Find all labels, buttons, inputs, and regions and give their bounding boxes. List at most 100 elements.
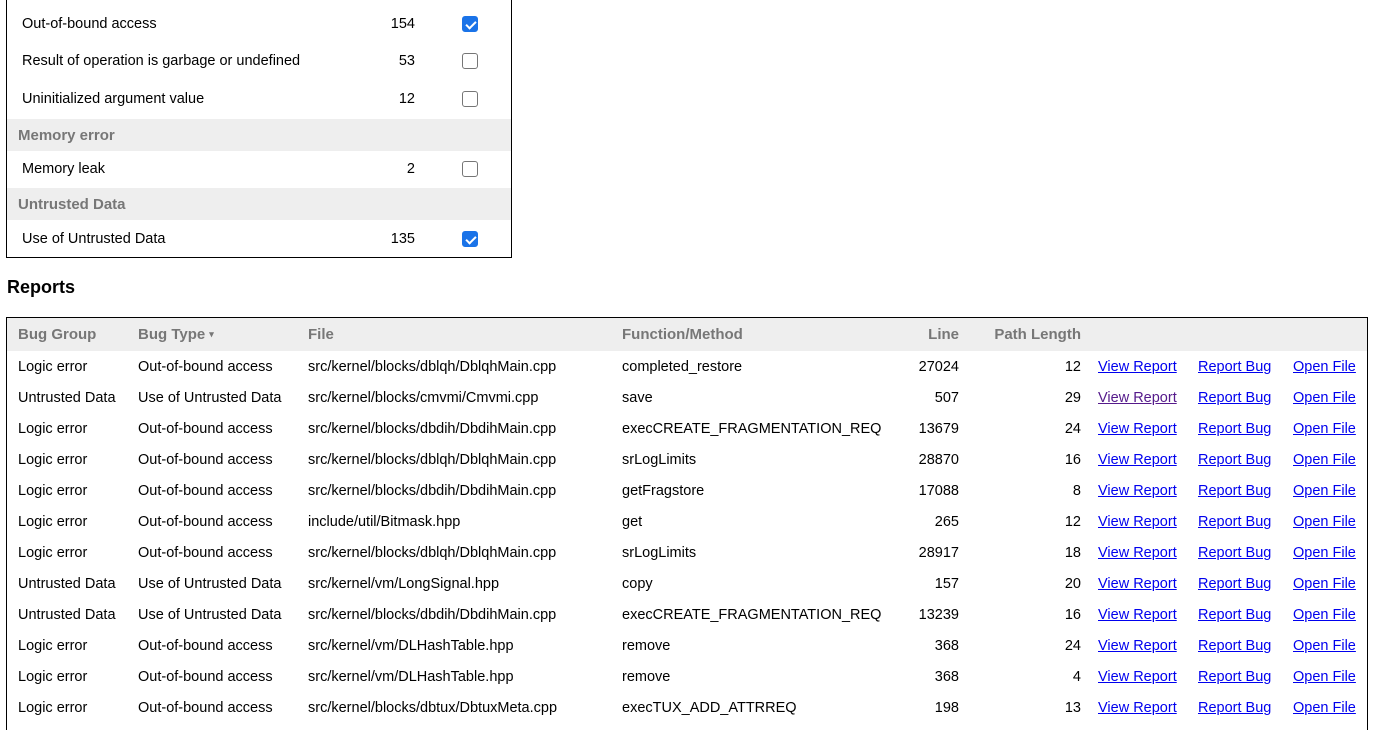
open-file-link[interactable]: Open File <box>1293 483 1356 499</box>
table-row: Untrusted Data Use of Untrusted Data src/k… <box>7 569 1367 600</box>
cell-bug-group: Logic error <box>18 514 88 530</box>
open-file-link[interactable]: Open File <box>1293 390 1356 406</box>
cell-function: copy <box>622 576 653 592</box>
open-file-cell: Open File <box>1293 693 1356 724</box>
cell-line: 27024 <box>918 359 959 375</box>
view-report-cell: View Report <box>1098 414 1177 445</box>
view-report-link[interactable]: View Report <box>1098 576 1177 592</box>
cell-path-length: 20 <box>1064 576 1081 592</box>
cell-path-length: 13 <box>1064 700 1081 716</box>
cell-function: srLogLimits <box>622 452 697 468</box>
cell-line: 13239 <box>918 607 959 623</box>
view-report-cell: View Report <box>1098 600 1177 631</box>
view-report-cell: View Report <box>1098 383 1177 414</box>
report-bug-link[interactable]: Report Bug <box>1198 421 1271 437</box>
bug-type-label: Use of Untrusted Data <box>22 231 166 247</box>
cell-file: src/kernel/blocks/cmvmi/Cmvmi.cpp <box>308 390 539 406</box>
cell-line: 28870 <box>918 452 959 468</box>
open-file-cell: Open File <box>1293 445 1356 476</box>
cell-bug-group: Logic error <box>18 421 88 437</box>
summary-row: Out-of-bound access 154 <box>7 8 511 40</box>
cell-function: remove <box>622 638 671 654</box>
cell-path-length: 16 <box>1064 607 1081 623</box>
view-report-link[interactable]: View Report <box>1098 514 1177 530</box>
report-bug-link[interactable]: Report Bug <box>1198 359 1271 375</box>
cell-bug-type: Out-of-bound access <box>138 452 273 468</box>
report-bug-link[interactable]: Report Bug <box>1198 607 1271 623</box>
bug-count: 12 <box>398 91 415 107</box>
bug-type-label: Memory leak <box>22 161 105 177</box>
column-header-bug-type[interactable]: Bug Type ▾ <box>138 318 214 351</box>
bug-count: 53 <box>398 53 415 69</box>
open-file-link[interactable]: Open File <box>1293 638 1356 654</box>
table-row: Logic error Out-of-bound access src/kernel… <box>7 352 1367 383</box>
bug-type-checkbox[interactable] <box>462 53 478 69</box>
cell-file: src/kernel/blocks/dblqh/DblqhMain.cpp <box>308 452 557 468</box>
column-header-label: Bug Type <box>138 326 206 343</box>
table-row: Logic error Out-of-bound access src/kernel… <box>7 693 1367 724</box>
report-bug-link[interactable]: Report Bug <box>1198 483 1271 499</box>
column-header-line[interactable]: Line <box>887 318 959 351</box>
open-file-link[interactable]: Open File <box>1293 669 1356 685</box>
view-report-link[interactable]: View Report <box>1098 700 1177 716</box>
open-file-cell: Open File <box>1293 631 1356 662</box>
cell-path-length: 24 <box>1064 421 1081 437</box>
open-file-link[interactable]: Open File <box>1293 700 1356 716</box>
cell-function: remove <box>622 669 671 685</box>
report-bug-link[interactable]: Report Bug <box>1198 545 1271 561</box>
report-bug-cell: Report Bug <box>1198 445 1271 476</box>
report-bug-cell: Report Bug <box>1198 383 1271 414</box>
report-bug-link[interactable]: Report Bug <box>1198 514 1271 530</box>
column-header-function[interactable]: Function/Method <box>622 318 743 351</box>
cell-file: src/kernel/blocks/dbtux/DbtuxMeta.cpp <box>308 700 558 716</box>
cell-line: 198 <box>934 700 959 716</box>
cell-file: src/kernel/blocks/dblqh/DblqhMain.cpp <box>308 359 557 375</box>
bug-type-checkbox[interactable] <box>462 16 478 32</box>
report-bug-cell: Report Bug <box>1198 476 1271 507</box>
bug-type-checkbox[interactable] <box>462 91 478 107</box>
open-file-link[interactable]: Open File <box>1293 545 1356 561</box>
open-file-link[interactable]: Open File <box>1293 359 1356 375</box>
table-row: Logic error Out-of-bound access src/kernel… <box>7 476 1367 507</box>
cell-function: save <box>622 390 653 406</box>
bug-type-label: Result of operation is garbage or undefi… <box>22 53 301 69</box>
view-report-cell: View Report <box>1098 631 1177 662</box>
bug-count: 154 <box>390 16 415 32</box>
bug-type-label: Out-of-bound access <box>22 16 157 32</box>
view-report-link[interactable]: View Report <box>1098 607 1177 623</box>
cell-bug-type: Out-of-bound access <box>138 700 273 716</box>
report-bug-link[interactable]: Report Bug <box>1198 390 1271 406</box>
cell-path-length: 4 <box>1072 669 1081 685</box>
cell-bug-type: Out-of-bound access <box>138 483 273 499</box>
view-report-link[interactable]: View Report <box>1098 638 1177 654</box>
cell-path-length: 18 <box>1064 545 1081 561</box>
view-report-link[interactable]: View Report <box>1098 483 1177 499</box>
report-bug-link[interactable]: Report Bug <box>1198 452 1271 468</box>
view-report-link[interactable]: View Report <box>1098 452 1177 468</box>
view-report-link[interactable]: View Report <box>1098 359 1177 375</box>
reports-table: Bug Group Bug Type ▾ File Function/Method… <box>6 317 1368 730</box>
view-report-link[interactable]: View Report <box>1098 421 1177 437</box>
column-header-bug-group[interactable]: Bug Group <box>18 318 96 351</box>
open-file-link[interactable]: Open File <box>1293 607 1356 623</box>
column-header-file[interactable]: File <box>308 318 334 351</box>
open-file-link[interactable]: Open File <box>1293 421 1356 437</box>
view-report-cell: View Report <box>1098 662 1177 693</box>
view-report-link[interactable]: View Report <box>1098 669 1177 685</box>
bug-type-checkbox[interactable] <box>462 231 478 247</box>
column-header-path-length[interactable]: Path Length <box>967 318 1081 351</box>
cell-bug-type: Out-of-bound access <box>138 669 273 685</box>
cell-line: 28917 <box>918 545 959 561</box>
view-report-link[interactable]: View Report <box>1098 390 1177 406</box>
cell-path-length: 12 <box>1064 359 1081 375</box>
open-file-link[interactable]: Open File <box>1293 514 1356 530</box>
view-report-link[interactable]: View Report <box>1098 545 1177 561</box>
open-file-link[interactable]: Open File <box>1293 576 1356 592</box>
cell-path-length: 29 <box>1064 390 1081 406</box>
report-bug-link[interactable]: Report Bug <box>1198 700 1271 716</box>
open-file-link[interactable]: Open File <box>1293 452 1356 468</box>
report-bug-link[interactable]: Report Bug <box>1198 638 1271 654</box>
bug-type-checkbox[interactable] <box>462 161 478 177</box>
report-bug-link[interactable]: Report Bug <box>1198 669 1271 685</box>
report-bug-link[interactable]: Report Bug <box>1198 576 1271 592</box>
